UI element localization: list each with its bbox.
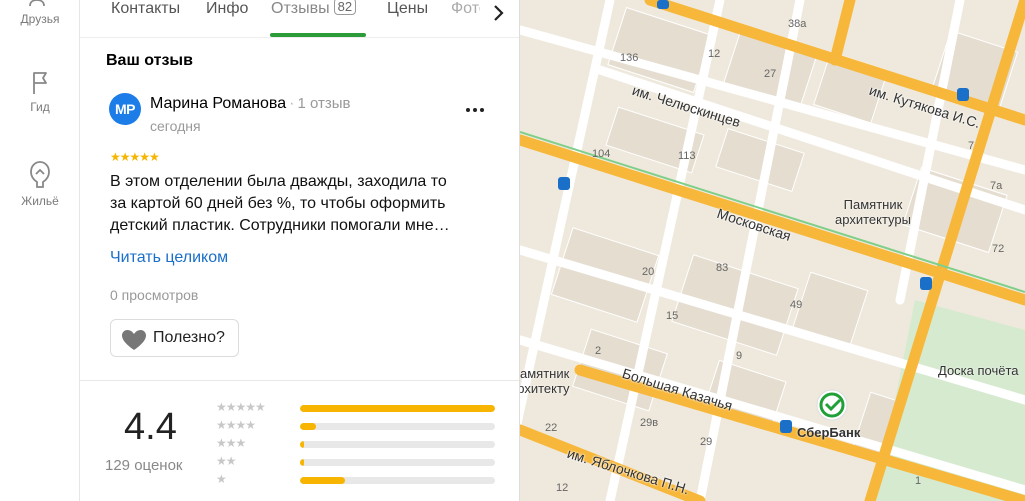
- house-number: 72: [992, 243, 1005, 255]
- house-number: 20: [642, 266, 655, 278]
- review-more-button[interactable]: [465, 100, 485, 114]
- reviews-count-badge: 82: [333, 0, 357, 15]
- rating-bar-fill: [300, 441, 304, 448]
- house-number: 12: [556, 482, 569, 494]
- nav-friends[interactable]: Друзья: [0, 0, 80, 26]
- organization-panel: Контакты Инфо Отзывы82 Цены Фото Ваш отз…: [80, 0, 520, 501]
- house-number: 22: [545, 422, 558, 434]
- author-review-count: 1 отзыв: [297, 95, 351, 112]
- house-number: 29в: [640, 417, 659, 429]
- house-number: 104: [592, 148, 611, 160]
- house-number: 113: [678, 150, 696, 162]
- poi-bank-label[interactable]: СберБанк: [797, 425, 860, 440]
- rating-bar-track: [300, 423, 495, 430]
- rating-bar-track: [300, 441, 495, 448]
- read-more-link[interactable]: Читать целиком: [110, 249, 228, 267]
- overall-rating: 4.4: [124, 406, 177, 448]
- house-number: 38а: [788, 18, 807, 30]
- map-view[interactable]: им. Челюскинцев им. Кутякова И.С. Москов…: [520, 0, 1025, 501]
- review-text-line: детский пластик. Сотрудники помогали мне…: [110, 217, 450, 234]
- tab-photo[interactable]: Фото: [451, 0, 481, 37]
- more-dots-icon: [466, 108, 484, 112]
- separator-dot: ·: [289, 95, 295, 112]
- chevron-right-icon: [494, 5, 504, 21]
- house-number: 49: [790, 299, 803, 311]
- tab-info[interactable]: Инфо: [206, 0, 248, 37]
- author-name[interactable]: Марина Романова: [150, 95, 286, 112]
- divider: [80, 380, 519, 381]
- house-number: 7: [968, 140, 975, 152]
- tab-bar: Контакты Инфо Отзывы82 Цены Фото: [80, 0, 519, 38]
- flag-icon: [33, 72, 47, 94]
- house-number: 12: [708, 48, 721, 60]
- tab-reviews[interactable]: Отзывы 82: [271, 0, 357, 37]
- rating-bar-track: [300, 459, 495, 466]
- rating-row-stars: ★: [216, 472, 227, 486]
- ratings-count: 129 оценок: [105, 457, 183, 474]
- sberbank-marker[interactable]: [816, 389, 848, 421]
- review-text-line: В этом отделении была дважды, заходила т…: [110, 173, 447, 190]
- nav-guide[interactable]: Гид: [0, 70, 80, 114]
- nav-housing-label: Жильё: [21, 194, 59, 208]
- left-navigation: Друзья Гид Жильё: [0, 0, 80, 501]
- review-text-line: за картой 60 дней без %, то чтобы оформи…: [110, 195, 446, 212]
- rating-bar-track: [300, 405, 495, 412]
- section-title: Ваш отзыв: [106, 52, 193, 69]
- house-number: 27: [764, 68, 777, 80]
- review-author-line: Марина Романова · 1 отзыв: [150, 95, 351, 113]
- poi-monument[interactable]: Памятник архитектуры: [520, 366, 570, 396]
- nav-friends-label: Друзья: [20, 12, 60, 26]
- house-number: 83: [716, 262, 729, 274]
- friends-icon: [29, 0, 45, 7]
- active-tab-indicator: [270, 33, 366, 37]
- rating-bar-fill: [300, 459, 304, 466]
- tab-prices[interactable]: Цены: [387, 0, 428, 37]
- rating-row-stars: ★★: [216, 454, 236, 468]
- tab-reviews-label: Отзывы: [271, 0, 330, 17]
- house-number: 15: [666, 310, 679, 322]
- useful-button[interactable]: Полезно?: [110, 319, 239, 357]
- rating-row-stars: ★★★: [216, 436, 246, 450]
- rating-bar-fill: [300, 477, 345, 484]
- rating-row-stars: ★★★★★: [216, 400, 266, 414]
- house-number: 136: [620, 52, 639, 64]
- house-number: 29: [700, 436, 713, 448]
- review-text: В этом отделении была дважды, заходила т…: [110, 171, 500, 237]
- views-count: 0 просмотров: [110, 287, 199, 303]
- house-number: 7а: [990, 180, 1003, 192]
- poi-board[interactable]: Доска почёта: [938, 363, 1019, 378]
- nav-housing[interactable]: Жильё: [0, 158, 80, 208]
- nav-guide-label: Гид: [30, 100, 50, 114]
- rating-bar-fill: [300, 405, 495, 412]
- housing-icon: [30, 161, 50, 188]
- tab-contacts[interactable]: Контакты: [111, 0, 180, 37]
- house-number: 1: [915, 475, 922, 487]
- heart-icon: [122, 330, 146, 350]
- review-date: сегодня: [150, 118, 201, 134]
- rating-row-stars: ★★★★: [216, 418, 256, 432]
- tabs-scroll-right-button[interactable]: [480, 0, 519, 36]
- rating-bar-fill: [300, 423, 316, 430]
- poi-monument[interactable]: Памятник архитектуры: [835, 197, 911, 227]
- rating-bar-track: [300, 477, 495, 484]
- review-stars: ★★★★★: [110, 150, 160, 164]
- house-number: 9: [736, 350, 743, 362]
- house-number: 2: [595, 345, 602, 357]
- avatar[interactable]: МР: [109, 93, 141, 125]
- useful-label: Полезно?: [153, 329, 225, 346]
